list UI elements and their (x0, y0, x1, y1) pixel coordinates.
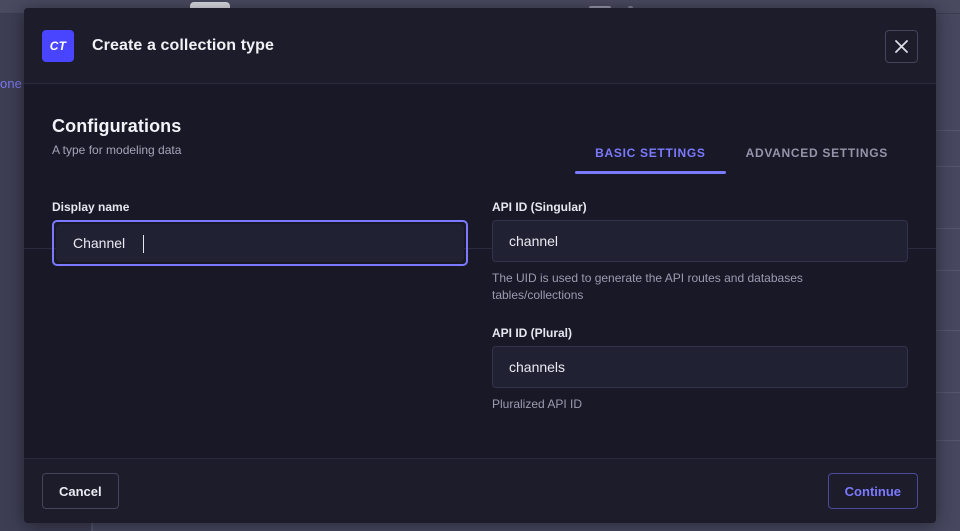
form-column-right: API ID (Singular) The UID is used to gen… (492, 200, 908, 413)
api-id-singular-input[interactable] (492, 220, 908, 262)
modal-footer: Cancel Continue (24, 458, 936, 523)
display-name-input[interactable] (56, 224, 464, 262)
display-name-label: Display name (52, 200, 130, 214)
cancel-button[interactable]: Cancel (42, 473, 119, 509)
api-id-plural-input-wrapper[interactable] (492, 346, 908, 388)
tab-advanced-settings[interactable]: ADVANCED SETTINGS (726, 146, 908, 174)
background-sidebar-link[interactable]: one (0, 76, 22, 91)
api-id-singular-input-wrapper[interactable] (492, 220, 908, 262)
api-id-singular-label: API ID (Singular) (492, 200, 587, 214)
create-collection-type-modal: CT Create a collection type Configuratio… (24, 8, 936, 523)
api-id-plural-input[interactable] (492, 346, 908, 388)
configurations-section-header: Configurations A type for modeling data … (52, 116, 908, 174)
api-id-plural-label: API ID (Plural) (492, 326, 573, 340)
api-id-plural-hint: Pluralized API ID (492, 397, 583, 411)
close-button[interactable] (885, 30, 918, 63)
settings-tabs: BASIC SETTINGS ADVANCED SETTINGS (575, 122, 908, 174)
continue-button[interactable]: Continue (827, 473, 918, 509)
close-icon (895, 40, 908, 53)
modal-title: Create a collection type (92, 36, 275, 54)
display-name-input-wrapper[interactable] (52, 220, 468, 266)
form-column-left: Display name (52, 200, 468, 413)
tab-basic-settings[interactable]: BASIC SETTINGS (575, 146, 727, 174)
text-caret (143, 235, 144, 253)
modal-body: Configurations A type for modeling data … (24, 84, 936, 458)
api-id-singular-hint: The UID is used to generate the API rout… (492, 271, 803, 302)
modal-header: CT Create a collection type (24, 8, 936, 84)
configuration-form: Display name API ID (Singular) The UID i… (52, 200, 908, 413)
collection-type-badge: CT (42, 29, 74, 62)
